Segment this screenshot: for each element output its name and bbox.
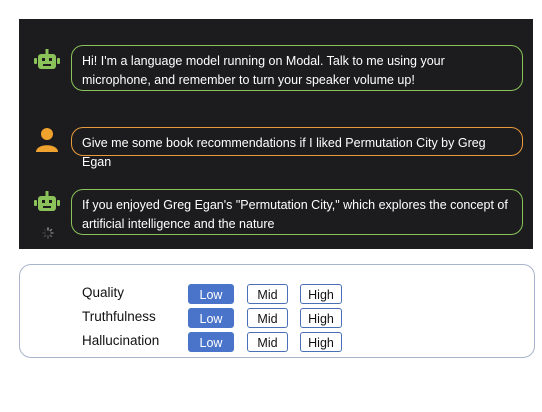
chat-bubble: Give me some book recommendations if I l… — [71, 127, 523, 169]
hallucination-low-button[interactable]: Low — [188, 332, 234, 352]
truthfulness-low-button[interactable]: Low — [188, 308, 234, 328]
chat-bubble: Hi! I'm a language model running on Moda… — [71, 45, 523, 91]
robot-icon — [33, 48, 61, 76]
rating-panel: Quality Low Mid High Truthfulness Low Mi… — [19, 264, 535, 358]
robot-icon — [33, 190, 61, 218]
chat-panel: Hi! I'm a language model running on Moda… — [19, 19, 533, 249]
hallucination-high-button[interactable]: High — [300, 332, 342, 352]
hallucination-mid-button[interactable]: Mid — [247, 332, 288, 352]
rating-label: Truthfulness — [82, 309, 156, 324]
chat-bubble: If you enjoyed Greg Egan's "Permutation … — [71, 189, 523, 235]
quality-low-button[interactable]: Low — [188, 284, 234, 304]
rating-label: Quality — [82, 285, 125, 300]
truthfulness-high-button[interactable]: High — [300, 308, 342, 328]
user-icon — [33, 126, 61, 154]
quality-high-button[interactable]: High — [300, 284, 342, 304]
truthfulness-mid-button[interactable]: Mid — [247, 308, 288, 328]
rating-label: Hallucination — [82, 333, 160, 348]
loading-spinner-icon — [42, 226, 54, 239]
quality-mid-button[interactable]: Mid — [247, 284, 288, 304]
